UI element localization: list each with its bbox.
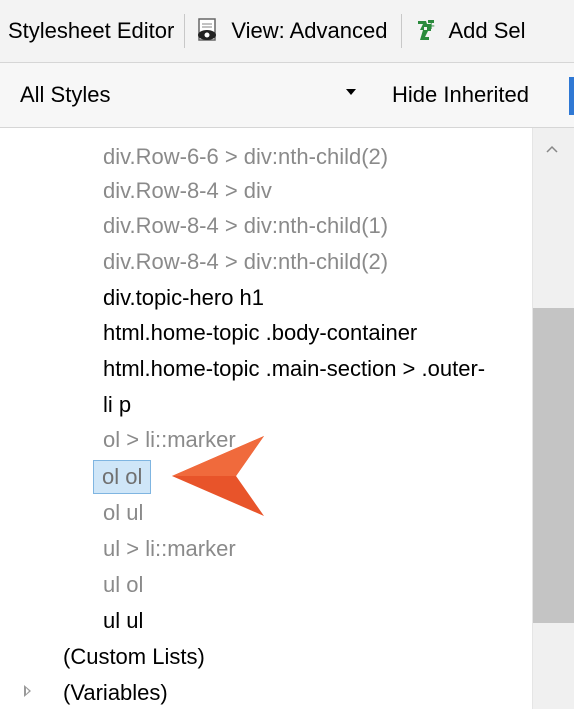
tree-item[interactable]: html.home-topic .body-container — [103, 316, 417, 350]
tree-item[interactable]: div.topic-hero h1 — [103, 281, 264, 315]
add-selector-button[interactable]: + Add Sel — [412, 18, 539, 44]
toolbar-separator — [184, 14, 186, 48]
tree-group-variables[interactable]: (Variables) — [63, 676, 168, 709]
style-filter-dropdown[interactable]: All Styles — [8, 73, 364, 117]
add-selector-icon: + — [412, 18, 438, 44]
view-mode-button[interactable]: View: Advanced — [195, 18, 401, 44]
tree-group-custom-lists[interactable]: (Custom Lists) — [63, 640, 205, 674]
editor-title: Stylesheet Editor — [8, 18, 175, 43]
hide-inherited-button[interactable]: Hide Inherited — [382, 76, 539, 114]
toolbar-edge-button[interactable] — [569, 77, 574, 115]
tree-item[interactable]: div.Row-8-4 > div:nth-child(2) — [103, 245, 388, 279]
tree-item[interactable]: div.Row-6-6 > div:nth-child(2) — [103, 140, 388, 174]
vertical-scrollbar[interactable] — [532, 128, 574, 709]
selector-tree: div.Row-6-6 > div:nth-child(2) div.Row-8… — [0, 128, 532, 709]
dropdown-arrow-icon — [346, 89, 356, 95]
tree-item[interactable]: li p — [103, 388, 131, 422]
tree-item[interactable]: ul > li::marker — [103, 532, 236, 566]
tree-item[interactable]: ul ul — [103, 604, 143, 638]
document-eye-icon — [195, 18, 221, 44]
tree-item[interactable]: ol ul — [103, 496, 143, 530]
expand-triangle-fill — [26, 688, 29, 694]
add-selector-label: Add Sel — [448, 18, 526, 43]
toolbar-separator — [401, 14, 403, 48]
scrollbar-thumb[interactable] — [533, 308, 574, 623]
filter-bar: All Styles Hide Inherited — [0, 63, 574, 128]
callout-arrow — [172, 436, 264, 516]
tree-item[interactable]: ul ol — [103, 568, 143, 602]
tree-item-selected[interactable]: ol ol — [93, 460, 152, 494]
tree-item[interactable]: div.Row-8-4 > div:nth-child(1) — [103, 209, 388, 243]
svg-text:+: + — [427, 21, 435, 32]
tree-item[interactable]: div.Row-8-4 > div — [103, 174, 272, 208]
view-mode-label: View: Advanced — [231, 18, 388, 43]
style-filter-value: All Styles — [20, 82, 111, 107]
tree-item[interactable]: html.home-topic .main-section > .outer- — [103, 352, 485, 386]
scroll-up-chevron-icon[interactable] — [545, 142, 559, 156]
toolbar: Stylesheet Editor View: Advanced + Add S… — [0, 0, 574, 63]
